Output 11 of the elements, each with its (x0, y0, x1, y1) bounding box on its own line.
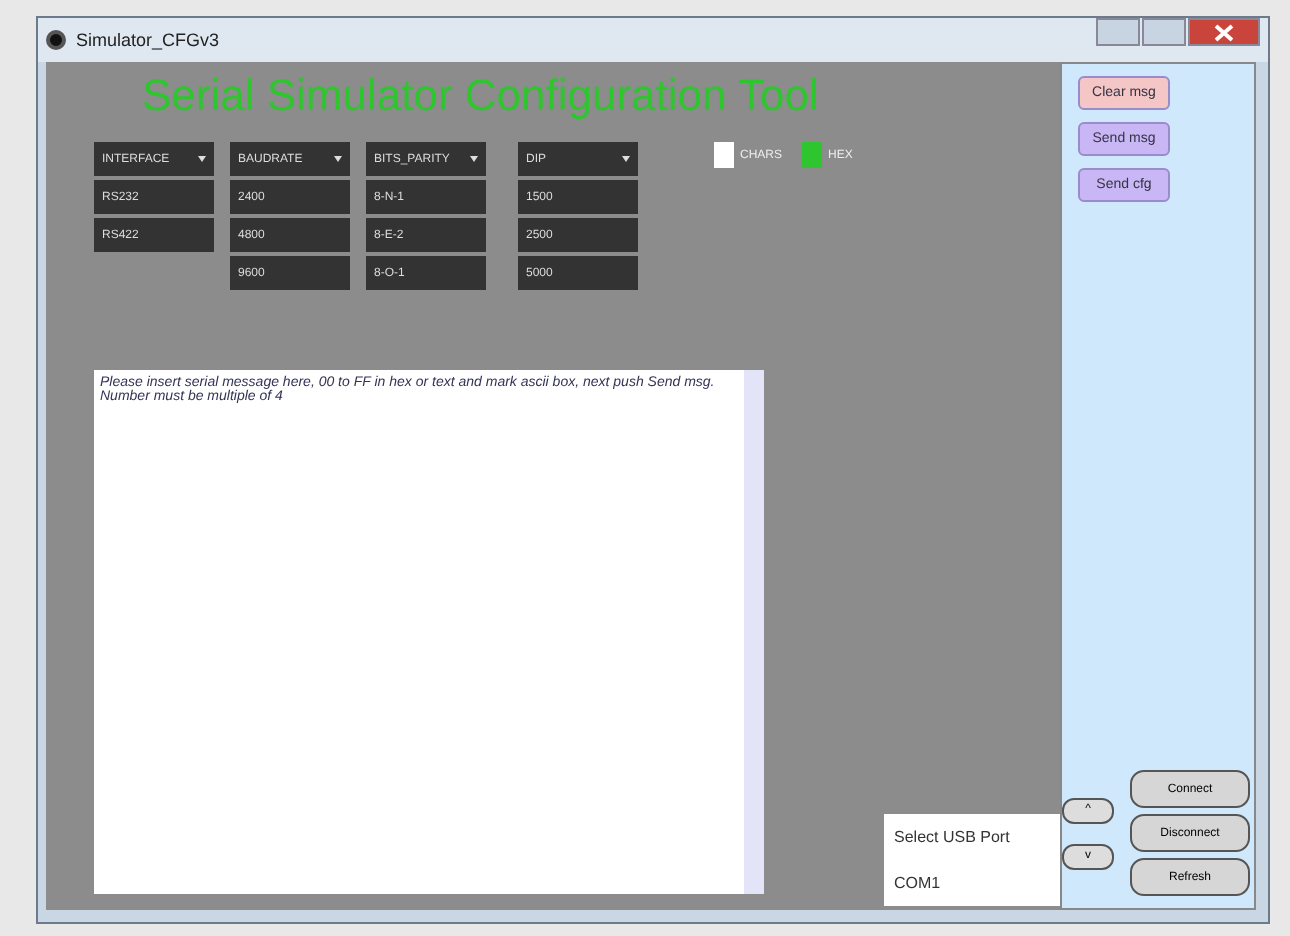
checkbox[interactable] (714, 142, 734, 168)
maximize-button[interactable] (1142, 18, 1186, 46)
minimize-button[interactable] (1096, 18, 1140, 46)
app-heading: Serial Simulator Configuration Tool (140, 70, 821, 122)
window-title: Simulator_CFGv3 (76, 30, 220, 50)
usb-port-label: Select USB Port (894, 828, 1012, 846)
close-icon (1214, 23, 1234, 41)
usb-port-value: COM1 (894, 874, 943, 892)
app-icon (46, 30, 66, 50)
close-button[interactable] (1188, 18, 1260, 46)
checkbox[interactable] (802, 142, 823, 168)
